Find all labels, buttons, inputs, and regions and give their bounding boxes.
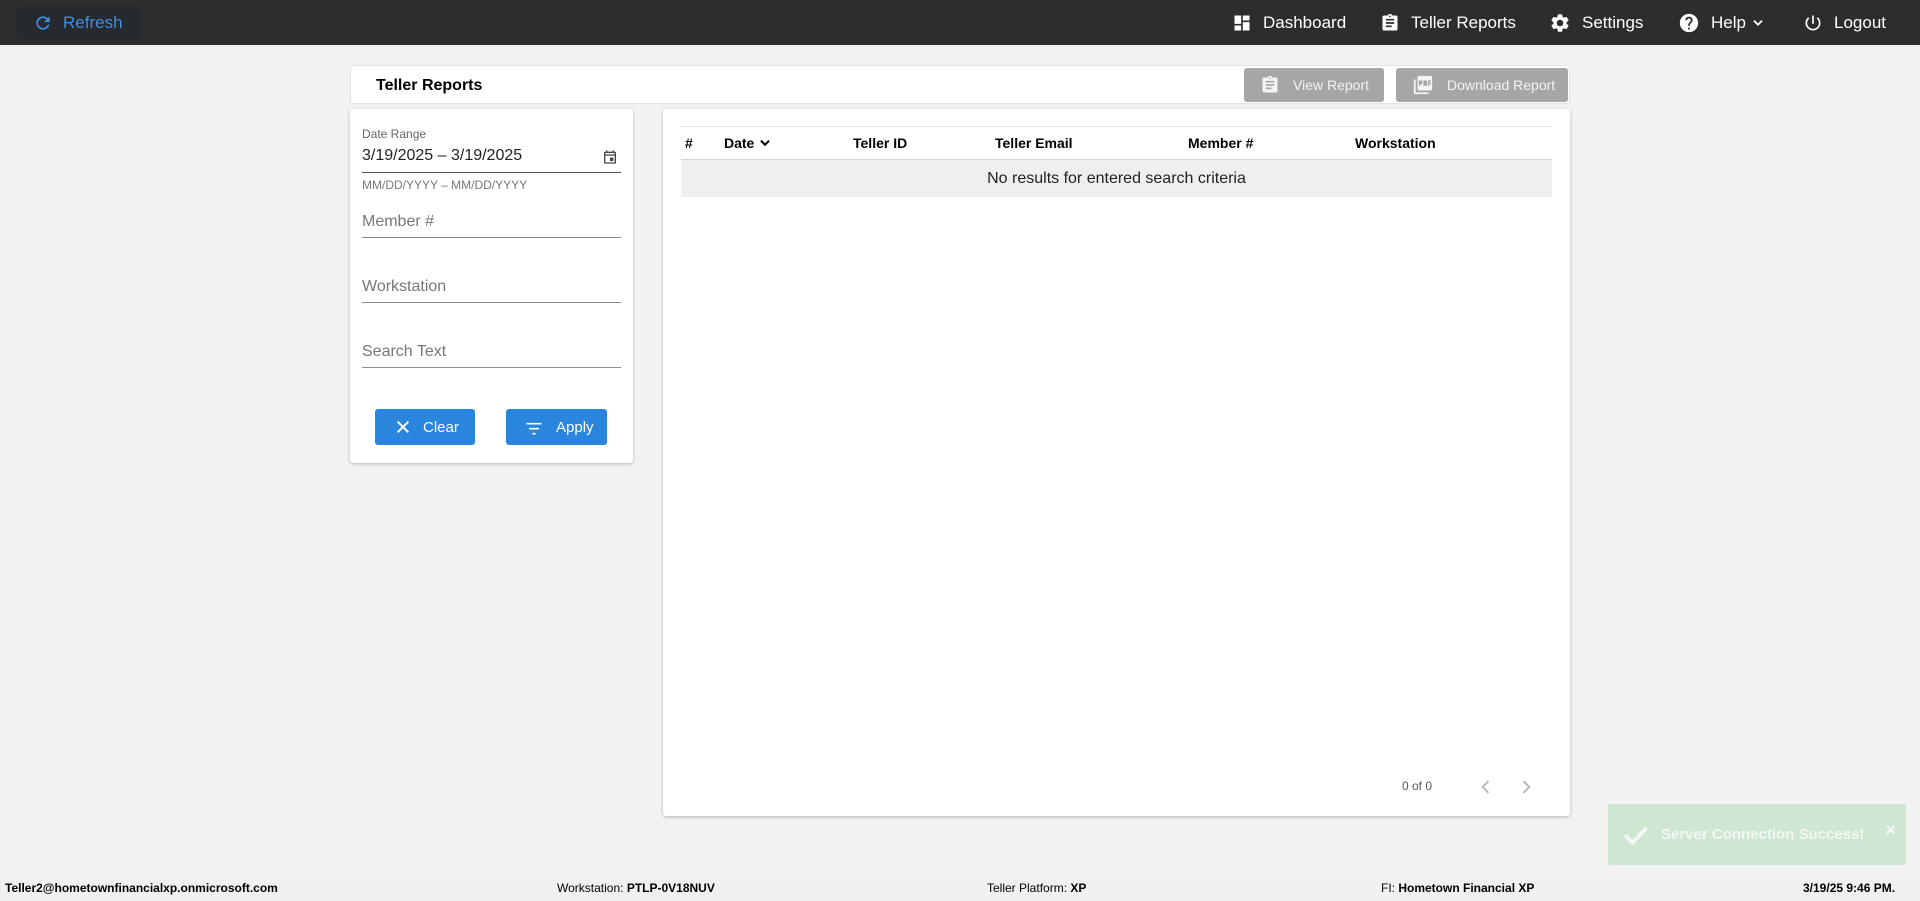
sort-descending-icon [760, 139, 771, 147]
toast-close-button[interactable]: × [1885, 820, 1896, 841]
download-report-label: Download Report [1447, 77, 1556, 93]
status-platform-value: XP [1070, 881, 1087, 895]
status-fi: FI: Hometown Financial XP [1381, 881, 1534, 895]
clear-button[interactable]: Clear [375, 409, 475, 445]
power-icon [1805, 15, 1821, 30]
status-datetime: 3/19/25 9:46 PM. [1803, 881, 1895, 895]
top-navigation-bar: Refresh Dashboard Teller Reports Setting… [0, 0, 1920, 45]
column-header-date-label: Date [724, 135, 755, 151]
status-user-email: Teller2@hometownfinancialxp.onmicrosoft.… [5, 881, 278, 895]
status-bar: Teller2@hometownfinancialxp.onmicrosoft.… [0, 876, 1920, 901]
workstation-underline [362, 302, 621, 303]
clipboard-icon [1382, 13, 1398, 31]
status-fi-label: FI: [1381, 881, 1395, 895]
date-range-label: Date Range [362, 127, 427, 141]
nav-teller-reports[interactable]: Teller Reports [1380, 0, 1516, 45]
view-report-label: View Report [1293, 77, 1370, 93]
nav-logout[interactable]: Logout [1803, 0, 1886, 45]
refresh-label: Refresh [63, 13, 123, 32]
success-toast: Server Connection Success! × [1608, 804, 1906, 865]
chevron-down-icon [1753, 19, 1763, 26]
status-workstation-label: Workstation: [557, 881, 624, 895]
status-platform: Teller Platform: XP [987, 881, 1086, 895]
refresh-icon [36, 16, 50, 30]
status-workstation: Workstation: PTLP-0V18NUV [557, 881, 715, 895]
nav-help-label: Help [1711, 12, 1746, 32]
calendar-icon[interactable] [602, 149, 618, 165]
nav-help[interactable]: Help [1678, 0, 1765, 45]
status-fi-value: Hometown Financial XP [1398, 881, 1535, 895]
workstation-input[interactable]: Workstation [362, 278, 446, 296]
status-user: Teller2@hometownfinancialxp.onmicrosoft.… [5, 881, 278, 895]
close-icon [396, 420, 410, 434]
member-number-underline [362, 237, 621, 238]
status-workstation-value: PTLP-0V18NUV [626, 881, 715, 895]
column-header-teller-id-label: Teller ID [853, 135, 908, 151]
filter-icon [526, 422, 542, 435]
member-number-input[interactable]: Member # [362, 213, 434, 231]
nav-dashboard-label: Dashboard [1263, 12, 1347, 32]
column-header-workstation[interactable]: Workstation [1355, 135, 1436, 151]
gear-icon [1551, 13, 1569, 32]
column-header-date[interactable]: Date [724, 135, 772, 151]
column-header-teller-id[interactable]: Teller ID [853, 135, 907, 151]
refresh-button[interactable]: Refresh [17, 6, 141, 40]
nav-logout-label: Logout [1834, 12, 1886, 32]
dashboard-icon [1234, 15, 1250, 30]
date-range-hint: MM/DD/YYYY – MM/DD/YYYY [362, 178, 528, 192]
apply-label: Apply [556, 418, 594, 436]
status-datetime-value: 3/19/25 9:46 PM. [1803, 881, 1896, 895]
previous-page-icon[interactable] [1476, 777, 1496, 797]
apply-button[interactable]: Apply [506, 409, 607, 445]
column-header-number[interactable]: # [685, 135, 693, 151]
column-header-member-number-label: Member # [1188, 135, 1254, 151]
nav-teller-reports-label: Teller Reports [1411, 12, 1516, 32]
page-header-card: Teller Reports View Report Download Repo… [350, 65, 1570, 104]
pdf-icon [1413, 75, 1433, 95]
column-header-teller-email-label: Teller Email [995, 135, 1073, 151]
page-title: Teller Reports [376, 77, 483, 94]
status-platform-label: Teller Platform: [987, 881, 1068, 895]
date-range-underline [362, 172, 621, 173]
pagination-range: 0 of 0 [1402, 779, 1433, 793]
checkmark-icon [1623, 825, 1649, 845]
next-page-icon[interactable] [1516, 777, 1536, 797]
column-header-workstation-label: Workstation [1355, 135, 1436, 151]
nav-settings[interactable]: Settings [1549, 0, 1643, 45]
help-icon [1679, 13, 1699, 32]
empty-results-message: No results for entered search criteria [681, 160, 1552, 197]
nav-settings-label: Settings [1582, 12, 1644, 32]
table-header-top-border [681, 126, 1552, 127]
search-text-underline [362, 367, 621, 368]
column-header-teller-email[interactable]: Teller Email [995, 135, 1073, 151]
filter-panel: Date Range 3/19/2025 – 3/19/2025 MM/DD/Y… [350, 109, 633, 463]
download-report-button[interactable]: Download Report [1396, 68, 1568, 102]
nav-dashboard[interactable]: Dashboard [1232, 0, 1346, 45]
column-header-number-label: # [685, 135, 693, 151]
column-header-member-number[interactable]: Member # [1188, 135, 1253, 151]
toast-message: Server Connection Success! [1661, 826, 1865, 843]
view-report-button[interactable]: View Report [1244, 68, 1384, 102]
clear-label: Clear [423, 418, 459, 436]
date-range-input[interactable]: 3/19/2025 – 3/19/2025 [362, 147, 522, 165]
clipboard-icon [1262, 75, 1278, 93]
results-panel: # Date Teller ID Teller Email Member # W… [663, 109, 1570, 816]
search-text-input[interactable]: Search Text [362, 343, 446, 361]
